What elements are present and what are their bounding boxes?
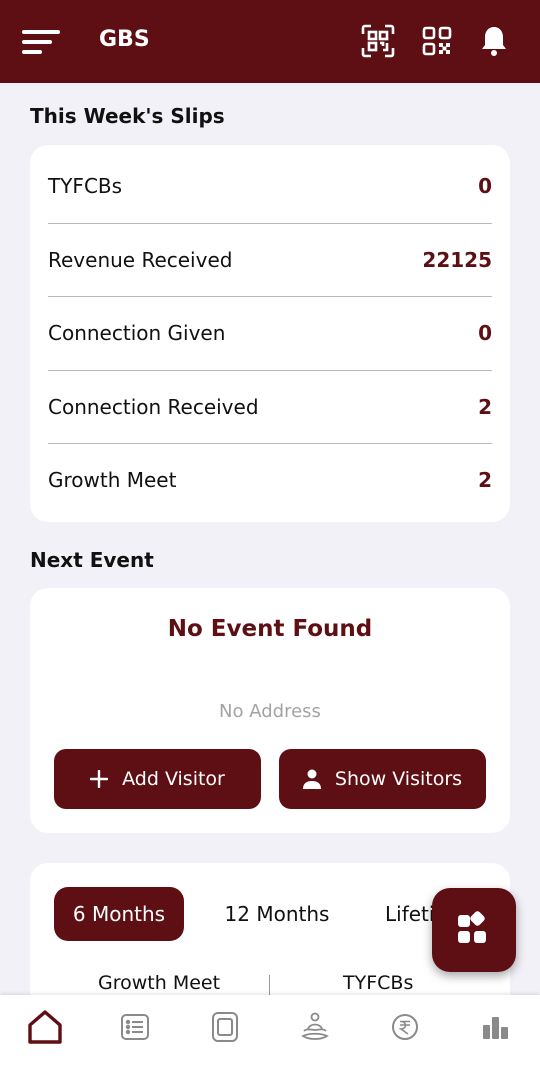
next-event-section-title: Next Event <box>30 548 154 572</box>
slip-value: 2 <box>478 468 492 492</box>
menu-icon[interactable] <box>22 28 62 56</box>
apps-fab-button[interactable] <box>432 888 516 972</box>
event-card: No Event Found No Address Add Visitor Sh… <box>30 588 510 833</box>
home-icon[interactable] <box>23 1005 67 1049</box>
stat-separator <box>269 975 270 997</box>
slip-value: 0 <box>478 174 492 198</box>
slips-section-title: This Week's Slips <box>30 104 225 128</box>
bar-chart-icon[interactable] <box>473 1005 517 1049</box>
stat-label-tyfcbs: TYFCBs <box>343 972 414 994</box>
list-icon[interactable] <box>113 1005 157 1049</box>
slip-label: Growth Meet <box>48 468 177 492</box>
event-address: No Address <box>219 701 321 722</box>
slip-value: 2 <box>478 395 492 419</box>
slip-value: 22125 <box>422 248 492 272</box>
slips-card: TYFCBs 0 Revenue Received 22125 Connecti… <box>30 145 510 522</box>
add-visitor-label: Add Visitor <box>122 768 225 790</box>
tab-6-months[interactable]: 6 Months <box>54 887 184 941</box>
slip-row-revenue-received[interactable]: Revenue Received 22125 <box>48 223 492 297</box>
slip-row-connection-received[interactable]: Connection Received 2 <box>48 370 492 444</box>
bell-icon[interactable] <box>476 22 512 60</box>
slip-label: TYFCBs <box>48 174 123 198</box>
tablet-icon[interactable] <box>203 1005 247 1049</box>
apps-grid-icon <box>458 911 486 943</box>
meditation-icon[interactable] <box>293 1005 337 1049</box>
rupee-icon[interactable] <box>383 1005 427 1049</box>
slip-label: Connection Given <box>48 321 226 345</box>
slip-row-connection-given[interactable]: Connection Given 0 <box>48 296 492 370</box>
tab-12-months[interactable]: 12 Months <box>210 887 344 941</box>
slip-row-growth-meet[interactable]: Growth Meet 2 <box>48 443 492 517</box>
qr-scan-icon[interactable] <box>360 22 396 60</box>
app-bar: GBS <box>0 0 540 83</box>
qr-code-icon[interactable] <box>419 22 455 60</box>
slip-label: Connection Received <box>48 395 259 419</box>
bottom-navigation <box>0 995 540 1066</box>
plus-icon <box>90 770 109 788</box>
add-visitor-button[interactable]: Add Visitor <box>54 749 261 809</box>
slip-row-tyfcbs[interactable]: TYFCBs 0 <box>48 149 492 223</box>
stat-label-growth-meet: Growth Meet <box>98 972 221 994</box>
show-visitors-button[interactable]: Show Visitors <box>279 749 486 809</box>
slip-value: 0 <box>478 321 492 345</box>
person-icon <box>302 769 321 789</box>
event-title: No Event Found <box>167 616 373 642</box>
show-visitors-label: Show Visitors <box>334 768 463 790</box>
slip-label: Revenue Received <box>48 248 233 272</box>
app-title: GBS <box>99 27 150 52</box>
